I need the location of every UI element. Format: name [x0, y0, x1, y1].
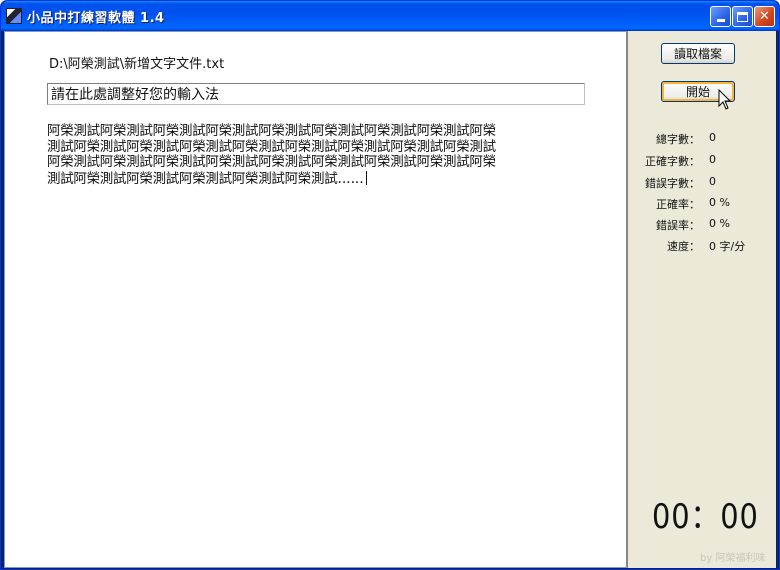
- maximize-icon: [737, 11, 748, 22]
- close-icon: ✕: [759, 9, 770, 24]
- minimize-button[interactable]: [710, 6, 731, 27]
- file-path-label: D:\阿榮測試\新增文字文件.txt: [49, 57, 225, 72]
- title-bar[interactable]: 小品中打練習軟體 1.4 ✕: [1, 1, 779, 31]
- stat-label: 速度：: [667, 240, 700, 253]
- client-area: D:\阿榮測試\新增文字文件.txt 阿榮測試阿榮測試阿榮測試阿榮測試阿榮測試阿…: [4, 31, 776, 568]
- text-caret: [365, 170, 367, 185]
- stat-value: 0 字/分: [709, 240, 746, 253]
- stat-total-chars: 總字數： 0: [630, 131, 776, 147]
- timer-display: 00：00: [652, 497, 759, 537]
- mouse-pointer-icon: [718, 89, 732, 110]
- stat-label: 正確率：: [656, 198, 700, 211]
- text-panel: D:\阿榮測試\新增文字文件.txt 阿榮測試阿榮測試阿榮測試阿榮測試阿榮測試阿…: [4, 31, 628, 568]
- window-title: 小品中打練習軟體 1.4: [27, 11, 165, 26]
- stat-label: 總字數：: [656, 133, 700, 146]
- app-window: 小品中打練習軟體 1.4 ✕ D:\阿榮測試\新增文字文件.txt 阿榮測試阿榮…: [0, 0, 780, 570]
- maximize-button[interactable]: [732, 6, 753, 27]
- close-button[interactable]: ✕: [754, 6, 775, 27]
- stat-value: 0: [709, 131, 716, 144]
- stat-value: 0: [709, 153, 716, 166]
- stat-value: 0: [709, 175, 716, 188]
- control-panel: 讀取檔案 開始 總字數： 0 正確字數： 0 錯誤字數： 0 正確率： 0 % …: [630, 31, 776, 568]
- stat-value: 0 %: [709, 196, 730, 209]
- practice-text: 阿榮測試阿榮測試阿榮測試阿榮測試阿榮測試阿榮測試阿榮測試阿榮測試阿榮測試阿榮測試…: [47, 123, 496, 187]
- stat-accuracy: 正確率： 0 %: [630, 196, 776, 212]
- minimize-icon: [716, 19, 725, 22]
- stat-label: 正確字數：: [645, 155, 700, 168]
- stat-wrong-chars: 錯誤字數： 0: [630, 175, 776, 191]
- stat-error-rate: 錯誤率： 0 %: [630, 217, 776, 233]
- open-file-button[interactable]: 讀取檔案: [661, 43, 735, 64]
- stat-label: 錯誤字數：: [645, 177, 700, 190]
- watermark: by 阿榮福利味: [700, 553, 766, 564]
- stat-value: 0 %: [709, 217, 730, 230]
- ime-input-field[interactable]: [47, 83, 585, 105]
- practice-text-area[interactable]: 阿榮測試阿榮測試阿榮測試阿榮測試阿榮測試阿榮測試阿榮測試阿榮測試阿榮測試阿榮測試…: [47, 123, 507, 187]
- stat-label: 錯誤率：: [656, 219, 700, 232]
- stat-correct-chars: 正確字數： 0: [630, 153, 776, 169]
- stat-speed: 速度： 0 字/分: [630, 238, 776, 254]
- app-icon[interactable]: [6, 8, 22, 24]
